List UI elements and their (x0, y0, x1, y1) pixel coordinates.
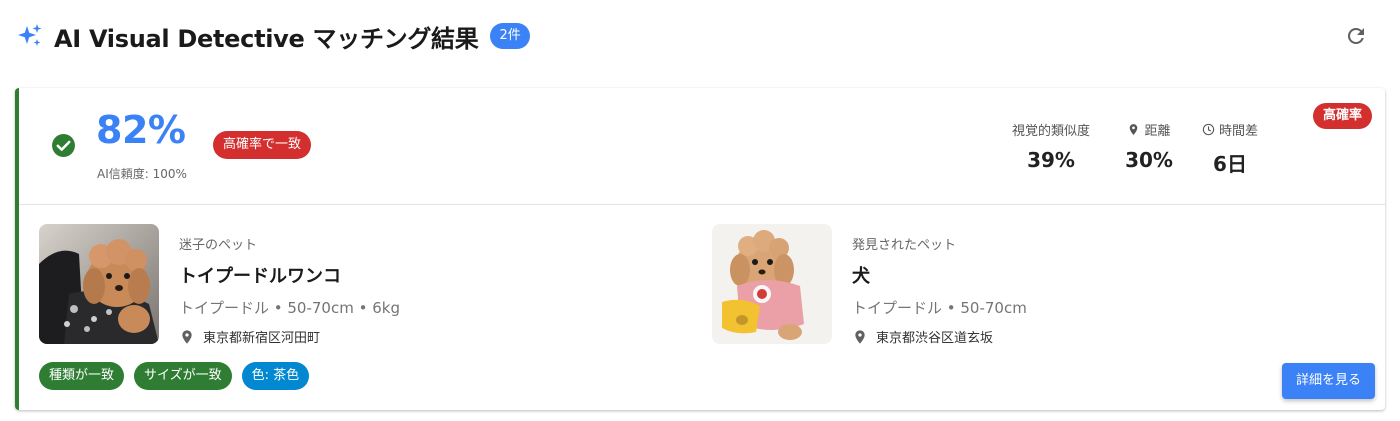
metric-value: 6日 (1213, 152, 1247, 176)
found-pet-section-label: 発見されたペット (852, 238, 957, 253)
lost-pet-info: 迷子のペット トイプードルワンコ トイプードル • 50-70cm • 6kg … (179, 234, 679, 346)
found-pet-name: 犬 (852, 266, 870, 287)
sparkle-icon (18, 24, 42, 46)
found-pet-photo (712, 224, 832, 344)
ai-confidence: AI信頼度: 100% (97, 167, 187, 181)
check-circle-icon (52, 134, 75, 157)
metric-time-difference: 時間差 6日 (1194, 120, 1266, 177)
found-pet-location: 東京都渋谷区道玄坂 (852, 327, 1352, 346)
lost-pet-details: トイプードル • 50-70cm • 6kg (179, 299, 400, 317)
location-pin-icon (1130, 124, 1138, 135)
tag-breed-match: 種類が一致 (39, 362, 125, 390)
clock-icon (1202, 123, 1215, 136)
lost-pet-photo (39, 224, 159, 344)
location-pin-icon (182, 329, 192, 344)
found-pet-location-text: 東京都渋谷区道玄坂 (876, 331, 994, 346)
page-title: AI Visual Detective マッチング結果 (54, 24, 479, 53)
match-summary: 82% AI信頼度: 100% 高確率で一致 視覚的類似度 39% 距離 30%… (19, 88, 1385, 205)
lost-pet-name: トイプードルワンコ (179, 266, 341, 287)
match-score: 82% (96, 108, 186, 152)
metric-distance: 距離 30% (1119, 120, 1179, 172)
refresh-icon[interactable] (1344, 24, 1368, 48)
metric-visual-similarity: 視覚的類似度 39% (1001, 120, 1101, 172)
match-card: 82% AI信頼度: 100% 高確率で一致 視覚的類似度 39% 距離 30%… (15, 88, 1385, 410)
view-details-button[interactable]: 詳細を見る (1281, 363, 1375, 399)
tag-color: 色: 茶色 (241, 362, 310, 390)
metric-value: 39% (1027, 148, 1075, 172)
location-pin-icon (855, 329, 865, 344)
lost-pet-section-label: 迷子のペット (179, 238, 258, 253)
lost-pet-location-text: 東京都新宿区河田町 (203, 331, 321, 346)
metric-value: 30% (1125, 148, 1173, 172)
result-count-badge: 2件 (490, 23, 530, 49)
lost-pet-location: 東京都新宿区河田町 (179, 327, 679, 346)
metric-label: 距離 (1144, 124, 1171, 139)
tag-size-match: サイズが一致 (134, 362, 232, 390)
match-tags: 種類が一致 サイズが一致 色: 茶色 (39, 362, 319, 390)
match-level-chip: 高確率で一致 (213, 131, 312, 159)
page-header: AI Visual Detective マッチング結果 2件 (16, 18, 1386, 54)
found-pet-details: トイプードル • 50-70cm (852, 299, 1027, 317)
probability-badge: 高確率 (1312, 103, 1372, 129)
found-pet-info: 発見されたペット 犬 トイプードル • 50-70cm 東京都渋谷区道玄坂 (852, 234, 1352, 346)
metric-label: 時間差 (1218, 124, 1258, 139)
metric-label: 視覚的類似度 (1011, 124, 1090, 139)
